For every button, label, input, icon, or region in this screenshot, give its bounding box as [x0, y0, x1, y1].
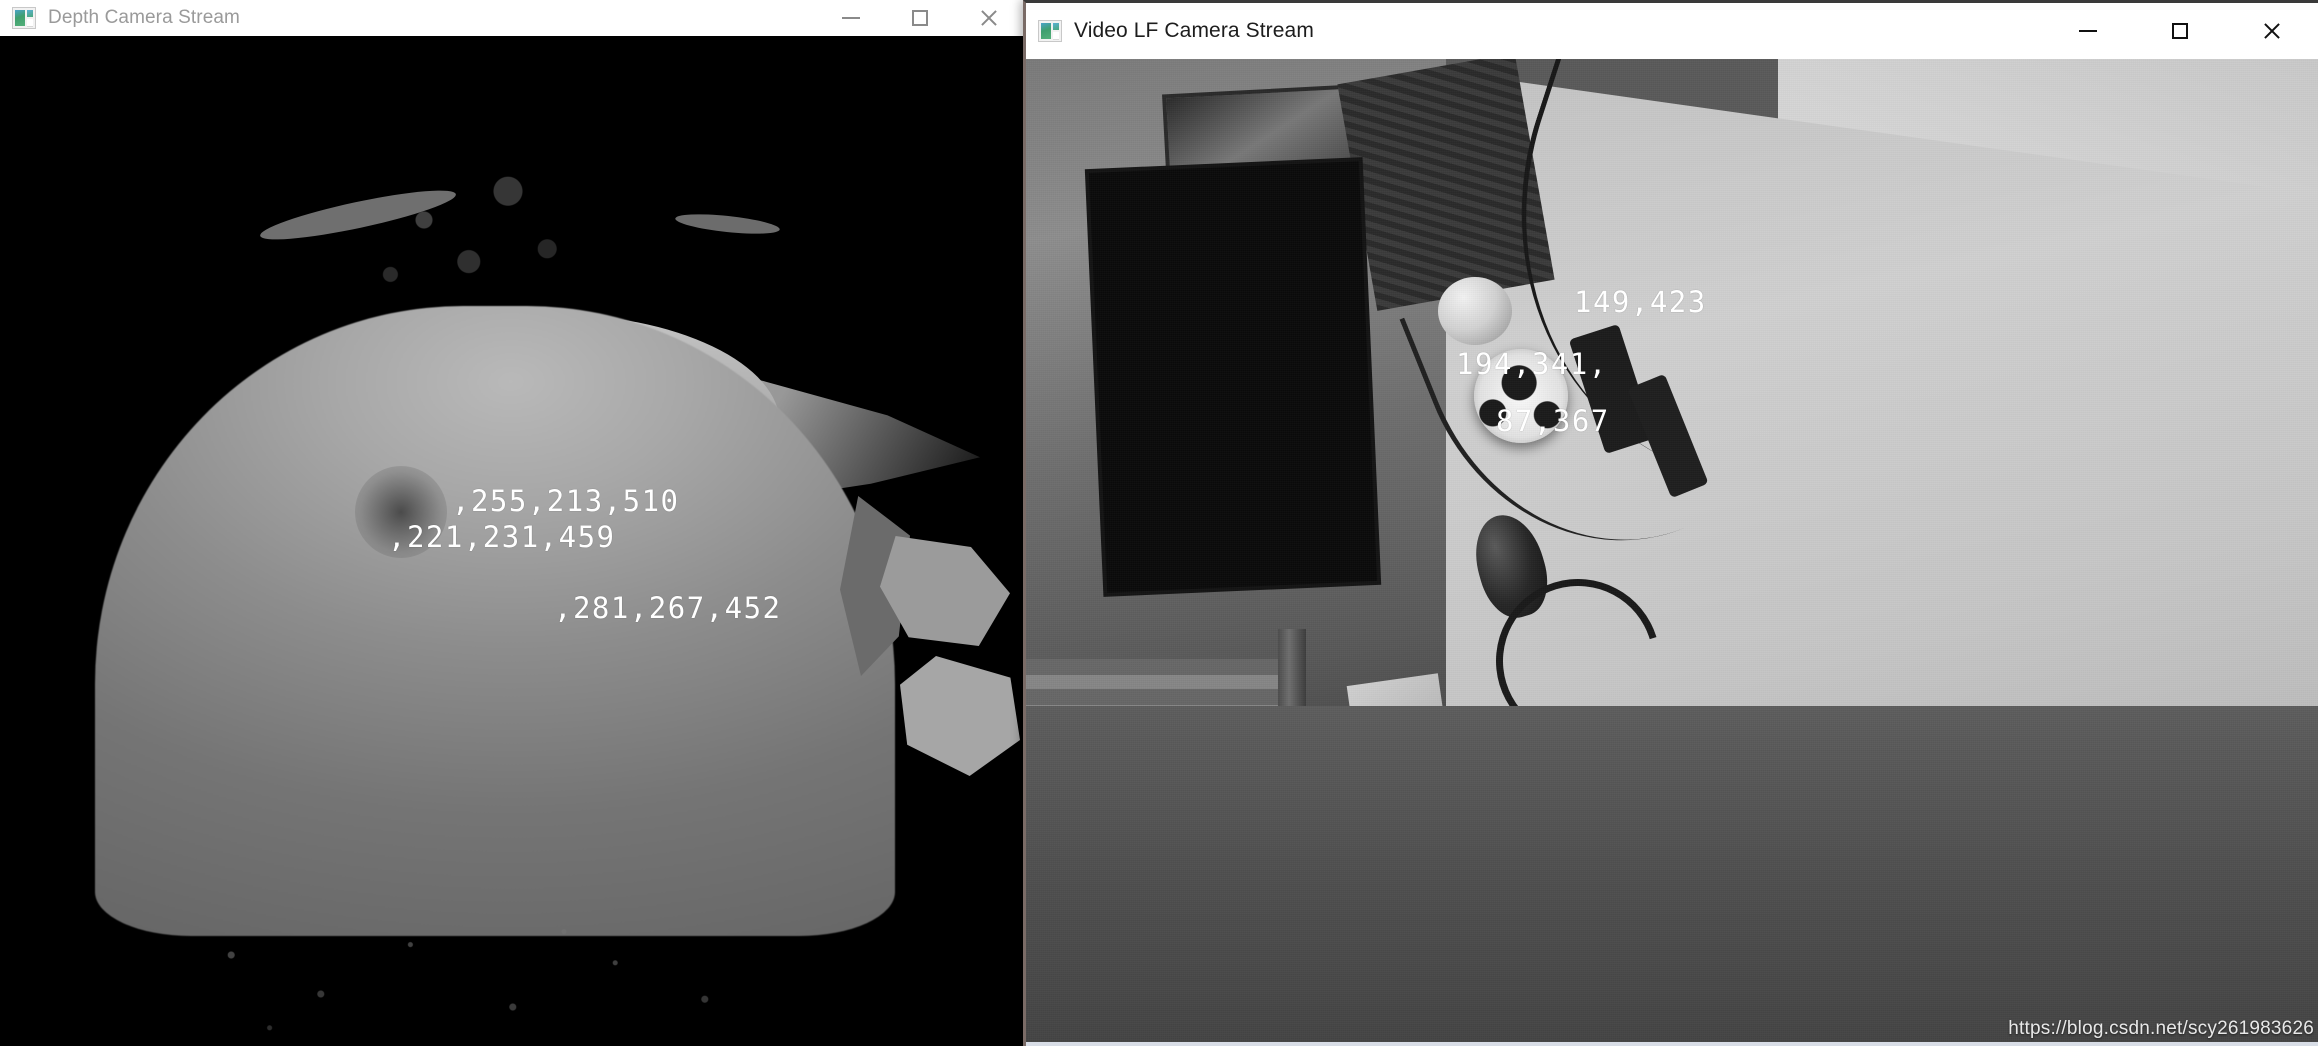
depth-overlay-label-1: ,255,213,510	[452, 484, 680, 518]
minimize-icon	[841, 17, 860, 19]
image-thumbnail-icon	[12, 7, 36, 29]
thumbnail-swatch-small-top	[27, 10, 33, 17]
close-icon	[2262, 21, 2282, 41]
depth-close-button[interactable]	[954, 0, 1023, 36]
minimize-icon	[2079, 30, 2097, 32]
depth-noise-band	[180, 916, 820, 1046]
video-minimize-button[interactable]	[2042, 3, 2134, 59]
thumbnail-swatch-small-bottom	[27, 19, 33, 27]
video-window-titlebar[interactable]: Video LF Camera Stream	[1026, 3, 2318, 59]
video-lf-camera-window: Video LF Camera Stream 149,423 194,341, …	[1023, 0, 2318, 1046]
depth-arc-right	[674, 210, 781, 238]
depth-window-titlebar[interactable]: Depth Camera Stream	[0, 0, 1023, 36]
screen-root: Depth Camera Stream ,255,213,510 ,221,23…	[0, 0, 2318, 1046]
thumbnail-swatch-main	[1041, 23, 1051, 39]
scene-floor	[1026, 706, 2318, 1046]
video-window-caption-buttons	[2042, 3, 2318, 59]
thumbnail-swatch-small-bottom	[1053, 32, 1059, 40]
depth-overlay-label-2: ,221,231,459	[388, 520, 616, 554]
video-close-button[interactable]	[2226, 3, 2318, 59]
video-maximize-button[interactable]	[2134, 3, 2226, 59]
depth-window-title: Depth Camera Stream	[48, 7, 240, 28]
depth-image-canvas: ,255,213,510 ,221,231,459 ,281,267,452	[0, 36, 1023, 1046]
scene-monitor	[1088, 161, 1378, 593]
close-icon	[979, 8, 999, 28]
thumbnail-swatch-small-top	[1053, 23, 1059, 30]
depth-maximize-button[interactable]	[885, 0, 954, 36]
video-window-bottom-strip	[1026, 1042, 2318, 1046]
depth-speckle-cloud	[340, 156, 620, 316]
video-overlay-label-3: 87,367	[1496, 404, 1610, 438]
depth-overlay-label-3: ,281,267,452	[554, 591, 782, 625]
depth-window-caption-buttons	[816, 0, 1023, 36]
video-overlay-label-2: 194,341,	[1456, 347, 1608, 381]
video-overlay-label-1: 149,423	[1574, 285, 1707, 319]
video-window-title: Video LF Camera Stream	[1074, 19, 1314, 42]
thumbnail-swatch-main	[15, 10, 25, 26]
maximize-icon	[2172, 23, 2188, 39]
depth-blob-lower	[900, 656, 1020, 776]
maximize-icon	[911, 10, 928, 26]
watermark-url: https://blog.csdn.net/scy261983626	[2008, 1018, 2314, 1039]
image-thumbnail-icon	[1038, 20, 1062, 42]
video-image-canvas: 149,423 194,341, 87,367 https://blog.csd…	[1026, 59, 2318, 1046]
depth-minimize-button[interactable]	[816, 0, 885, 36]
scene-white-ball	[1438, 277, 1512, 345]
depth-camera-window: Depth Camera Stream ,255,213,510 ,221,23…	[0, 0, 1023, 1046]
